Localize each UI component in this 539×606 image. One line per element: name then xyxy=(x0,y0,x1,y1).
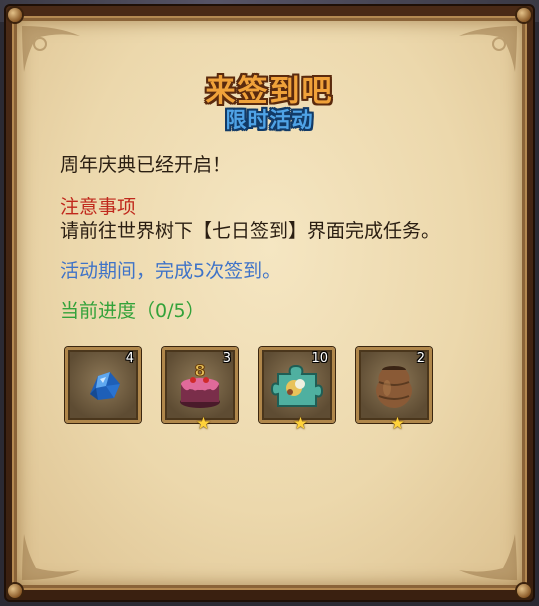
rivet-icon xyxy=(8,8,22,22)
corner-ornament-icon xyxy=(18,529,88,584)
notice-heading: 注意事项 xyxy=(60,196,137,218)
rivet-icon xyxy=(8,584,22,598)
rivet-icon xyxy=(517,8,531,22)
reward-slot[interactable]: 10 ★ xyxy=(259,347,335,433)
star-icon: ★ xyxy=(389,414,406,434)
corner-ornament-icon xyxy=(451,529,521,584)
reward-count: 10 xyxy=(311,351,328,366)
star-icon: ★ xyxy=(292,414,309,434)
event-subtitle: 限时活动 xyxy=(225,108,314,132)
reward-slot[interactable]: 2 ★ xyxy=(356,347,432,433)
blue-crystal-icon xyxy=(76,358,130,412)
notice-body: 请前往世界树下【七日签到】界面完成任务。 xyxy=(60,220,441,242)
rivet-icon xyxy=(517,584,531,598)
reward-slot[interactable]: 4 xyxy=(65,347,141,423)
intro-text: 周年庆典已经开启！ xyxy=(60,154,232,176)
reward-slot[interactable]: 8 3 ★ xyxy=(162,347,238,433)
reward-count: 3 xyxy=(222,351,231,366)
clay-pot-icon xyxy=(367,358,421,412)
svg-text:8: 8 xyxy=(194,361,205,380)
reward-count: 2 xyxy=(416,351,425,366)
puzzle-piece-icon xyxy=(270,358,324,412)
reward-list: 4 8 3 ★ 10 ★ 2 ★ xyxy=(65,347,445,437)
reward-count: 4 xyxy=(125,351,134,366)
cake-icon: 8 xyxy=(173,358,227,412)
progress-text: 当前进度（0/5） xyxy=(60,300,205,322)
event-screen: 来签到吧 限时活动 周年庆典已经开启！ 注意事项 请前往世界树下【七日签到】界面… xyxy=(0,0,539,606)
period-text: 活动期间，完成5次签到。 xyxy=(60,260,282,282)
star-icon: ★ xyxy=(195,414,212,434)
